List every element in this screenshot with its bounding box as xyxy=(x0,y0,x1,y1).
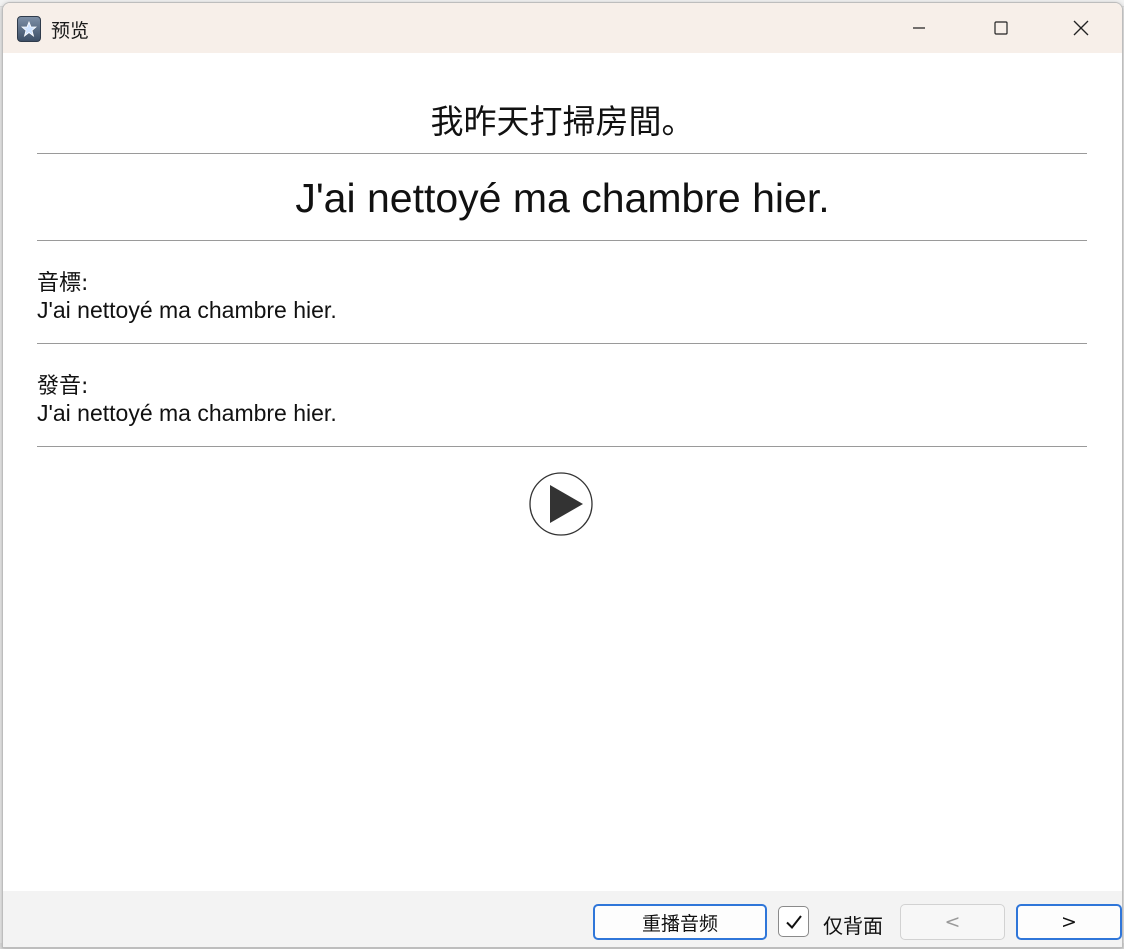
close-icon xyxy=(1073,20,1089,36)
back-only-checkbox[interactable] xyxy=(778,906,809,937)
maximize-button[interactable] xyxy=(960,3,1042,53)
play-icon xyxy=(529,472,593,536)
card-preview: 我昨天打掃房間。 J'ai nettoyé ma chambre hier. 音… xyxy=(3,53,1122,891)
minimize-icon xyxy=(913,27,925,29)
minimize-button[interactable] xyxy=(878,3,960,53)
card-back-text: J'ai nettoyé ma chambre hier. xyxy=(295,175,830,221)
footer-toolbar: 重播音频 仅背面 < > xyxy=(3,891,1122,947)
next-button[interactable]: > xyxy=(1016,904,1122,940)
app-icon xyxy=(17,16,41,42)
pronunciation-label: 發音: xyxy=(37,374,89,399)
divider xyxy=(37,446,1087,447)
preview-window: 预览 我昨天打掃房間。 J'ai nettoyé ma chambre hier… xyxy=(2,2,1123,948)
back-only-label[interactable]: 仅背面 xyxy=(823,910,883,939)
divider xyxy=(37,240,1087,241)
card-front-text: 我昨天打掃房間。 xyxy=(430,102,695,141)
divider xyxy=(37,343,1087,344)
window-title: 预览 xyxy=(51,20,90,42)
close-button[interactable] xyxy=(1040,3,1122,53)
title-bar[interactable]: 预览 xyxy=(3,3,1122,53)
maximize-icon xyxy=(994,21,1008,35)
checkmark-icon xyxy=(785,914,802,929)
phonetic-value: J'ai nettoyé ma chambre hier. xyxy=(37,297,337,323)
pronunciation-value: J'ai nettoyé ma chambre hier. xyxy=(37,400,337,426)
previous-button[interactable]: < xyxy=(900,904,1005,940)
play-audio-button[interactable] xyxy=(529,472,593,536)
phonetic-label: 音標: xyxy=(37,271,89,296)
divider xyxy=(37,153,1087,154)
replay-audio-button[interactable]: 重播音频 xyxy=(593,904,767,940)
